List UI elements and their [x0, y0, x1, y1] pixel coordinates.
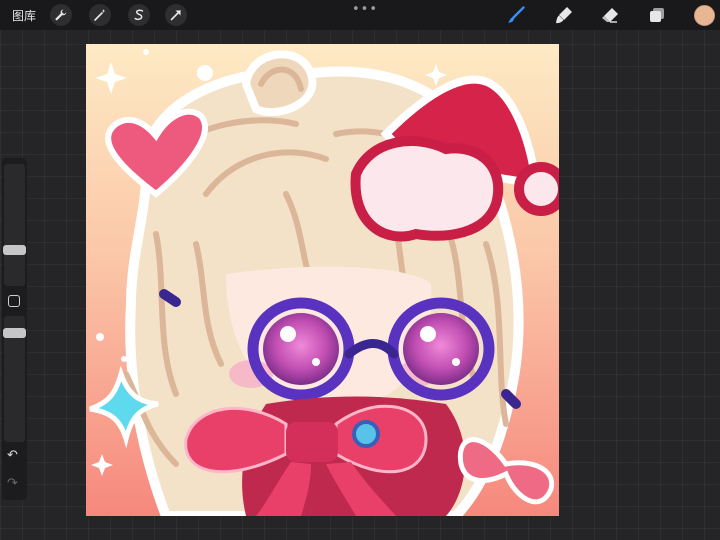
- selection-s-icon[interactable]: [128, 4, 150, 26]
- brush-size-slider[interactable]: [3, 164, 26, 286]
- artwork: [86, 44, 559, 516]
- eraser-icon[interactable]: [600, 5, 620, 25]
- brush-icon[interactable]: [506, 5, 526, 25]
- opacity-thumb[interactable]: [3, 328, 26, 338]
- redo-icon[interactable]: ↷: [7, 476, 18, 491]
- top-toolbar: 图库 •••: [0, 0, 720, 30]
- menu-dots-icon[interactable]: •••: [352, 2, 378, 17]
- modify-button[interactable]: [8, 295, 20, 307]
- opacity-slider[interactable]: [3, 316, 26, 442]
- gallery-button[interactable]: 图库: [12, 7, 36, 24]
- layers-icon[interactable]: [647, 5, 667, 25]
- drawing-canvas[interactable]: [86, 44, 559, 516]
- undo-icon[interactable]: ↶: [7, 448, 18, 463]
- transform-arrow-icon[interactable]: [165, 4, 187, 26]
- left-sidebar: ↶ ↷: [2, 158, 27, 500]
- brush-size-thumb[interactable]: [3, 245, 26, 255]
- adjustments-wand-icon[interactable]: [89, 4, 111, 26]
- color-picker[interactable]: [694, 5, 715, 26]
- smudge-icon[interactable]: [554, 5, 574, 25]
- actions-wrench-icon[interactable]: [50, 4, 72, 26]
